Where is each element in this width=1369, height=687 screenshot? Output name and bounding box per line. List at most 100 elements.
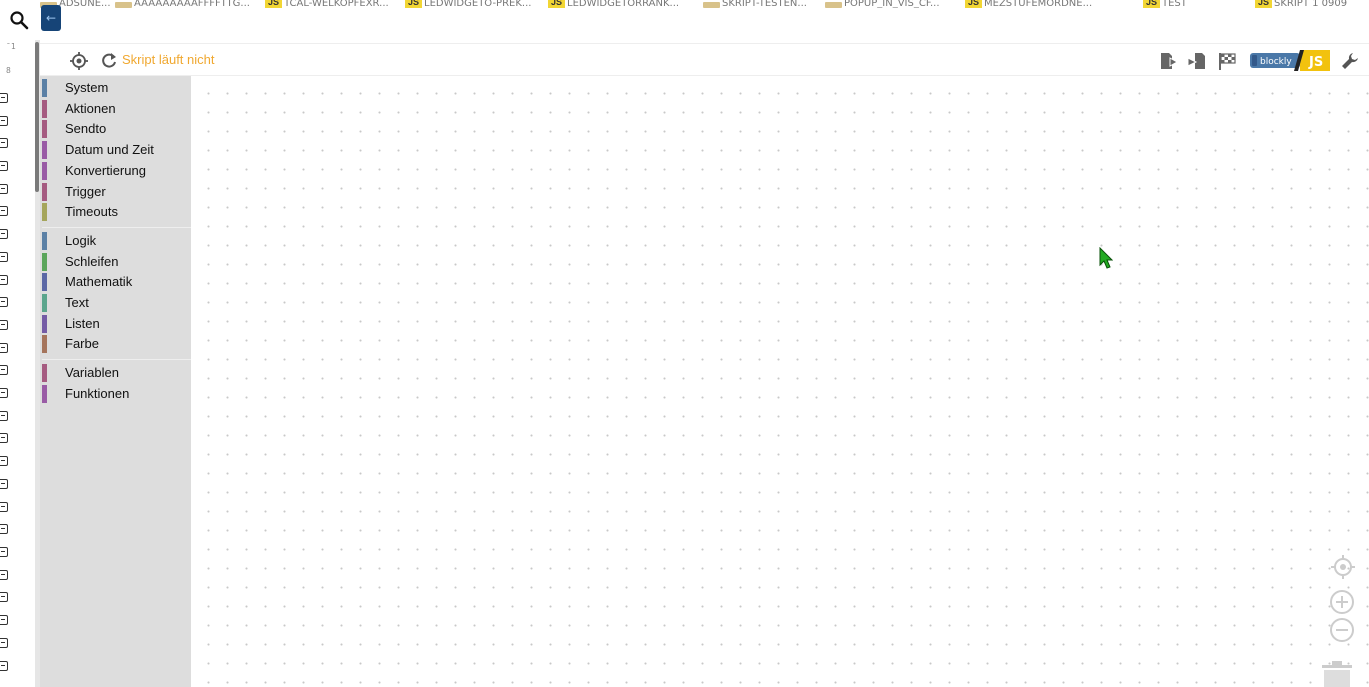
trash-icon[interactable] [1320, 660, 1354, 687]
script-tab[interactable]: SKRIPT-TESTEN... [703, 0, 807, 8]
tree-expand-icon[interactable] [0, 252, 8, 262]
category-color-bar [42, 252, 47, 271]
script-tree-panel: ¯1 8 [0, 0, 35, 687]
tab-label: AAAAAAAAAFFFFTTG... [134, 0, 250, 8]
toolbox-category-system[interactable]: System [42, 78, 191, 98]
toolbox-category-konvertierung[interactable]: Konvertierung [42, 161, 191, 181]
script-tab[interactable]: JS TCAL-WELKOPFEXR... [265, 0, 389, 8]
blockly-workspace[interactable] [191, 76, 1369, 687]
tree-expand-icon[interactable] [0, 388, 8, 398]
tree-expand-icon[interactable] [0, 638, 8, 648]
tree-expand-icon[interactable] [0, 411, 8, 421]
toolbox-category-logik[interactable]: Logik [42, 231, 191, 251]
script-tab[interactable]: JS LEDWIDGETO-PREK... [405, 0, 531, 8]
category-label: Timeouts [65, 204, 118, 220]
tree-expand-icon[interactable] [0, 615, 8, 625]
category-label: Text [65, 295, 89, 310]
js-icon: JS [1255, 0, 1272, 8]
tree-expand-icon[interactable] [0, 184, 8, 194]
tree-expand-icon[interactable] [0, 229, 8, 239]
script-tab[interactable]: JS SKRIPT 1 0909 [1255, 0, 1347, 8]
tree-expand-icon[interactable] [0, 661, 8, 671]
toolbox-category-trigger[interactable]: Trigger [42, 182, 191, 202]
blockly-label: blockly [1260, 57, 1292, 67]
folder-icon [115, 2, 132, 8]
zoom-in-icon[interactable] [1329, 589, 1355, 615]
toolbox-category-funktionen[interactable]: Funktionen [42, 384, 191, 404]
script-tab[interactable]: JS MEZSTUFEMORDNE... [965, 0, 1092, 8]
category-color-bar [42, 161, 47, 180]
tree-expand-icon[interactable] [0, 502, 8, 512]
tree-expand-icon[interactable] [0, 161, 8, 171]
tree-expand-icon[interactable] [0, 275, 8, 285]
tree-expand-icon[interactable] [0, 320, 8, 330]
recenter-icon[interactable] [1330, 554, 1356, 580]
tree-expand-icon[interactable] [0, 456, 8, 466]
js-icon: JS [405, 0, 422, 8]
tab-label: LEDWIDGETO-PREK... [424, 0, 532, 8]
script-toolbar: Skript läuft nicht blockly JS [40, 43, 1369, 76]
toolbox-category-mathematik[interactable]: Mathematik [42, 272, 191, 292]
script-tab[interactable]: JS TEST [1143, 0, 1187, 8]
category-label: Konvertierung [65, 162, 146, 178]
search-icon[interactable] [9, 10, 29, 30]
toolbox-category-aktionen[interactable]: Aktionen [42, 99, 191, 119]
script-tab[interactable]: POPUP_IN_VIS_CF... [825, 0, 940, 8]
import-icon[interactable] [1187, 51, 1207, 71]
tree-expand-icon[interactable] [0, 138, 8, 148]
category-color-bar [42, 294, 47, 312]
folder-icon [703, 2, 720, 8]
tree-expand-icon[interactable] [0, 479, 8, 489]
tree-expand-icon[interactable] [0, 592, 8, 602]
collapse-panel-button[interactable]: ← [41, 5, 61, 31]
tree-expand-icon[interactable] [0, 547, 8, 557]
zoom-out-icon[interactable] [1329, 617, 1355, 643]
category-color-bar [42, 231, 47, 250]
script-tab[interactable]: JS LEDWIDGETORRANK... [548, 0, 679, 8]
js-icon: JS [548, 0, 565, 8]
toolbox-category-sendto[interactable]: Sendto [42, 119, 191, 139]
toolbox-category-text[interactable]: Text [42, 293, 191, 313]
tree-expand-icon[interactable] [0, 93, 8, 103]
tree-expand-icon[interactable] [0, 343, 8, 353]
wrench-icon[interactable] [1340, 51, 1360, 71]
tree-expand-icon[interactable] [0, 570, 8, 580]
tab-label: LEDWIDGETORRANK... [567, 0, 680, 8]
category-label: Logik [65, 232, 97, 248]
category-label: Funktionen [65, 385, 130, 401]
category-label: Schleifen [65, 253, 119, 269]
tree-expand-icon[interactable] [0, 206, 8, 216]
tree-marker: 8 [6, 66, 11, 75]
js-label: JS [1308, 55, 1323, 70]
script-status: Skript läuft nicht [122, 52, 215, 67]
tab-label: MEZSTUFEMORDNE... [984, 0, 1093, 8]
restart-icon[interactable] [99, 51, 119, 71]
tree-scrollbar-thumb[interactable] [35, 42, 39, 192]
toolbox-category-farbe[interactable]: Farbe [42, 334, 191, 354]
toolbox-category-timeouts[interactable]: Timeouts [42, 202, 191, 222]
arrow-left-icon: ← [45, 11, 57, 25]
toolbox-category-schleifen[interactable]: Schleifen [42, 252, 191, 272]
tree-expand-icon[interactable] [0, 365, 8, 375]
category-color-bar [42, 141, 47, 160]
export-icon[interactable] [1158, 51, 1178, 71]
category-color-bar [42, 335, 47, 354]
toolbox-category-listen[interactable]: Listen [42, 314, 191, 334]
script-tab[interactable]: AAAAAAAAAFFFFTTG... [115, 0, 250, 8]
blockly-to-js-button[interactable]: blockly JS [1250, 50, 1330, 71]
tab-label: SKRIPT-TESTEN... [722, 0, 807, 8]
category-label: Mathematik [65, 274, 133, 290]
tree-expand-icon[interactable] [0, 524, 8, 534]
js-icon: JS [1143, 0, 1160, 8]
tree-expand-icon[interactable] [0, 433, 8, 443]
checkered-flag-icon[interactable] [1217, 51, 1237, 71]
tree-marker: ¯1 [6, 42, 16, 51]
category-color-bar [42, 203, 47, 222]
toolbox-category-datum-und-zeit[interactable]: Datum und Zeit [42, 140, 191, 160]
blockly-toolbox: System Aktionen Sendto Datum und Zeit Konver… [40, 76, 191, 687]
tree-expand-icon[interactable] [0, 297, 8, 307]
locate-icon[interactable] [69, 51, 89, 71]
toolbox-category-variablen[interactable]: Variablen [42, 363, 191, 383]
tree-expand-icon[interactable] [0, 116, 8, 126]
category-color-bar [42, 99, 47, 118]
